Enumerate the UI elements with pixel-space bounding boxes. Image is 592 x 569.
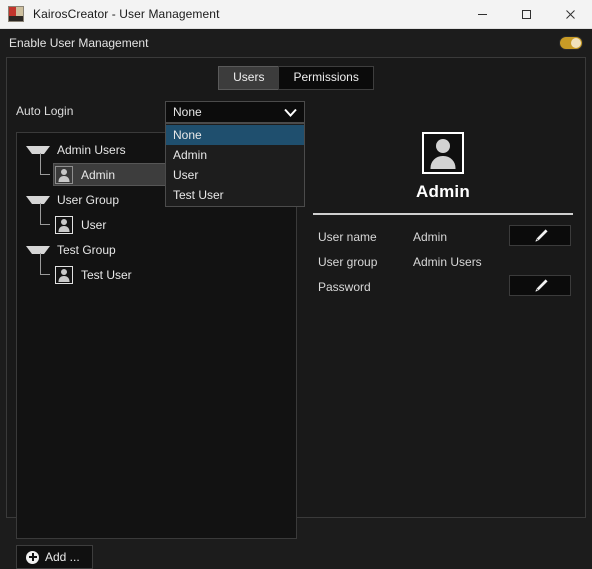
plus-icon bbox=[26, 550, 39, 564]
user-management-window: KairosCreator - User Management Enable U… bbox=[0, 0, 592, 569]
auto-login-combobox[interactable]: None bbox=[165, 101, 305, 123]
tabstrip: Users Permissions bbox=[7, 58, 585, 90]
user-icon bbox=[55, 165, 73, 184]
window-controls bbox=[460, 0, 592, 28]
detail-separator bbox=[313, 213, 573, 215]
dropdown-option-admin[interactable]: Admin bbox=[166, 145, 304, 165]
pencil-icon bbox=[534, 229, 548, 242]
edit-user-name-button[interactable] bbox=[509, 225, 571, 246]
caret-down-icon[interactable] bbox=[26, 145, 50, 154]
minimize-icon[interactable] bbox=[460, 0, 504, 28]
app-icon bbox=[8, 6, 24, 22]
window-title: KairosCreator - User Management bbox=[33, 7, 220, 21]
dropdown-option-test-user-label: Test User bbox=[173, 188, 224, 202]
tree-branch-line bbox=[35, 202, 55, 236]
field-value: Admin Users bbox=[413, 254, 482, 269]
dropdown-option-none-label: None bbox=[173, 128, 202, 142]
field-label: Password bbox=[318, 279, 371, 294]
titlebar: KairosCreator - User Management bbox=[0, 0, 592, 29]
tree-item-label: Test User bbox=[81, 267, 132, 282]
user-avatar-icon bbox=[422, 132, 464, 174]
tree-item-label: User bbox=[81, 217, 107, 232]
user-detail-panel: Admin User name Admin User group Admin U… bbox=[307, 132, 579, 342]
enable-user-management-toggle[interactable] bbox=[560, 37, 582, 49]
toggle-knob bbox=[571, 38, 581, 48]
enable-user-management-label: Enable User Management bbox=[9, 36, 149, 50]
tree-branch-line bbox=[35, 152, 55, 186]
field-label: User group bbox=[318, 254, 378, 269]
user-icon bbox=[55, 265, 73, 284]
user-icon bbox=[55, 215, 73, 234]
auto-login-dropdown-list[interactable]: None Admin User Test User bbox=[165, 123, 305, 207]
auto-login-row: Auto Login None None Admin User Test Use… bbox=[16, 101, 576, 207]
dropdown-option-user-label: User bbox=[173, 168, 199, 182]
auto-login-label: Auto Login bbox=[16, 104, 74, 118]
dropdown-option-none[interactable]: None bbox=[166, 125, 304, 145]
tree-item-user[interactable]: User bbox=[17, 202, 296, 237]
user-detail-name: Admin bbox=[416, 182, 470, 201]
add-button-label: Add ... bbox=[45, 550, 80, 564]
tree-group-label: Test Group bbox=[57, 242, 116, 257]
add-button[interactable]: Add ... bbox=[16, 545, 93, 569]
dropdown-option-test-user[interactable]: Test User bbox=[166, 185, 304, 205]
tree-branch-line bbox=[35, 252, 55, 286]
close-icon[interactable] bbox=[548, 0, 592, 28]
tree-item-test-user[interactable]: Test User bbox=[17, 252, 296, 287]
main-panel: Users Permissions Auto Login None None A… bbox=[6, 57, 586, 569]
user-fields: User name Admin User group Admin Users P… bbox=[307, 224, 579, 299]
chevron-down-icon[interactable] bbox=[284, 108, 297, 117]
field-value: Admin bbox=[413, 229, 448, 244]
field-row-password: Password bbox=[313, 274, 573, 299]
field-row-user-group: User group Admin Users bbox=[313, 249, 573, 274]
maximize-icon[interactable] bbox=[504, 0, 548, 28]
field-label: User name bbox=[318, 229, 377, 244]
field-row-user-name: User name Admin bbox=[313, 224, 573, 249]
edit-password-button[interactable] bbox=[509, 275, 571, 296]
tab-permissions-label: Permissions bbox=[293, 70, 359, 84]
enable-user-management-row: Enable User Management bbox=[0, 29, 592, 57]
pencil-icon bbox=[534, 279, 548, 292]
tab-users-label: Users bbox=[233, 70, 265, 84]
tree-group-test-group[interactable]: Test Group bbox=[17, 237, 296, 262]
tab-permissions[interactable]: Permissions bbox=[278, 66, 374, 90]
caret-down-icon[interactable] bbox=[26, 195, 50, 204]
tab-users[interactable]: Users bbox=[218, 66, 280, 90]
auto-login-selected-value: None bbox=[173, 105, 202, 119]
tree-group-label: Admin Users bbox=[57, 142, 126, 157]
tree-group-label: User Group bbox=[57, 192, 120, 207]
tree-item-label: Admin bbox=[81, 167, 116, 182]
dropdown-option-admin-label: Admin bbox=[173, 148, 208, 162]
caret-down-icon[interactable] bbox=[26, 245, 50, 254]
dropdown-option-user[interactable]: User bbox=[166, 165, 304, 185]
